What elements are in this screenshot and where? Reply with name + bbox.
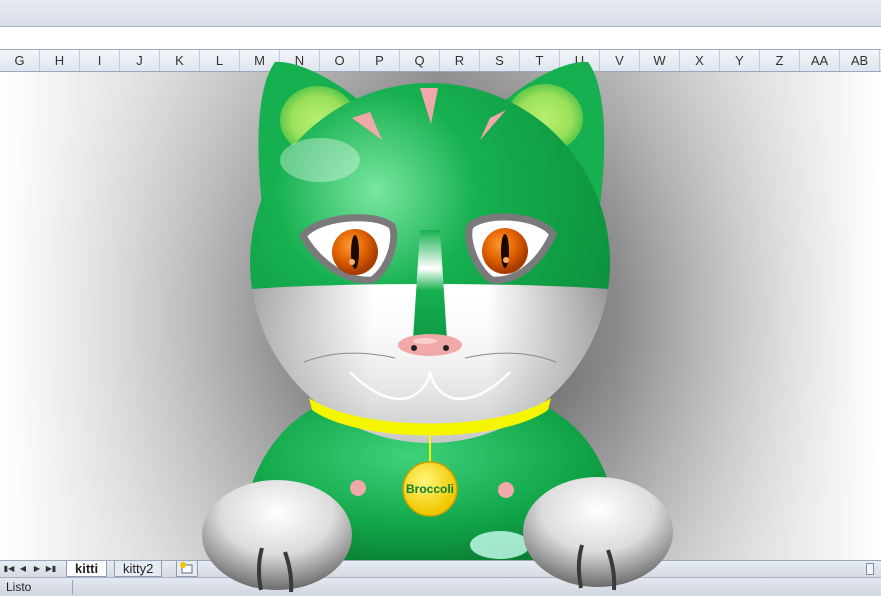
body-spot [350, 480, 366, 496]
name-tag-label: Broccoli [406, 482, 454, 496]
kitty-nose [398, 334, 462, 356]
left-paw [202, 480, 352, 593]
body-spot [498, 482, 514, 498]
name-tag: Broccoli [402, 461, 458, 517]
right-paw [523, 477, 673, 591]
kitty-picture[interactable]: Broccoli [0, 0, 881, 595]
